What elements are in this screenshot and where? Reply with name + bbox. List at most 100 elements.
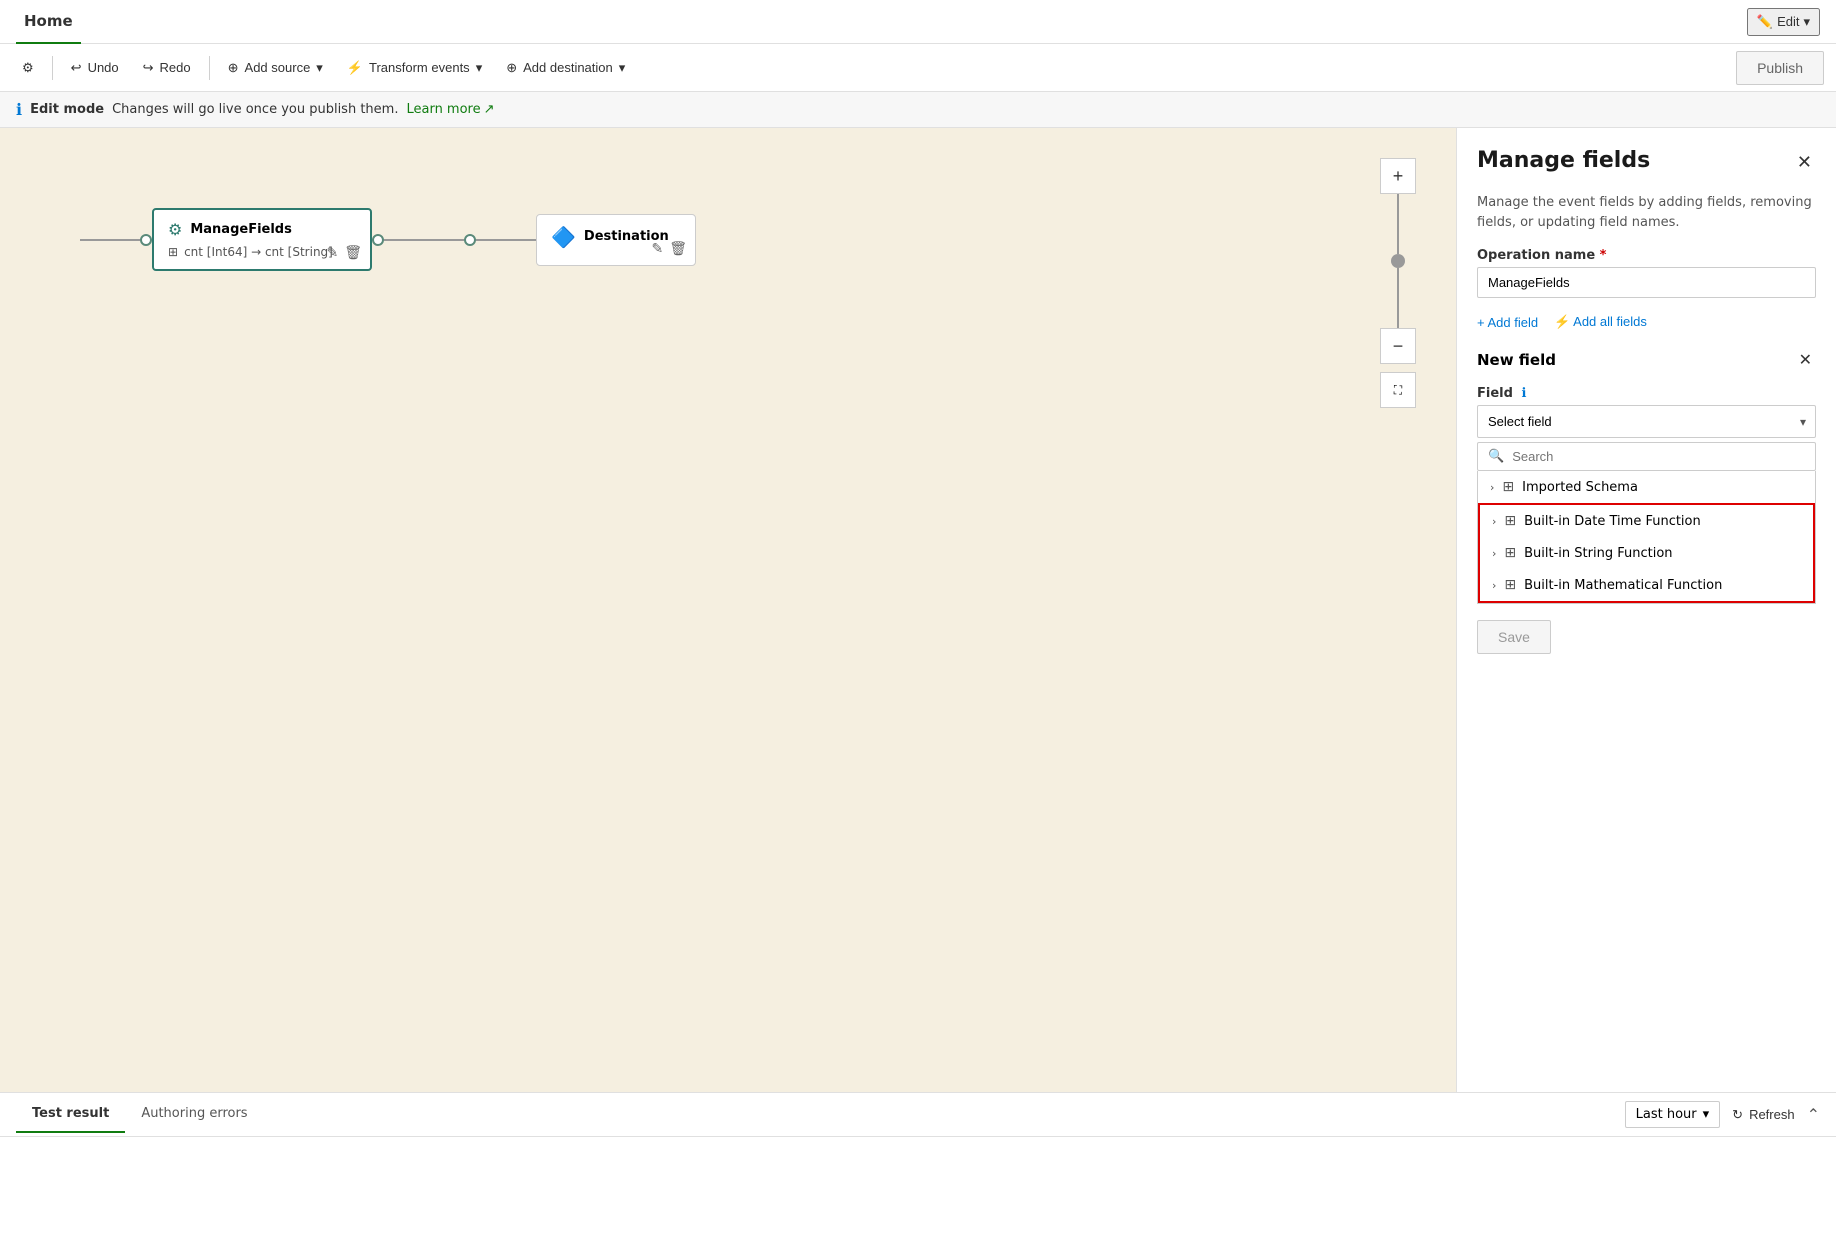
canvas: + − ⛶ ⚙ ManageFields: [0, 128, 1456, 1092]
add-destination-icon: ⊕: [506, 60, 517, 76]
top-bar-left: Home: [16, 0, 81, 44]
incoming-line: [80, 234, 152, 246]
chevron-up-icon: ⌃: [1807, 1107, 1820, 1124]
field-info-icon: ℹ: [1521, 386, 1526, 401]
line-mid-2: [476, 239, 536, 241]
edit-dest-button[interactable]: ✎: [651, 240, 663, 257]
flow-dot-mid-right: [464, 234, 476, 246]
delete-dest-button[interactable]: 🗑: [669, 240, 687, 257]
zoom-fit-button[interactable]: ⛶: [1380, 372, 1416, 408]
operation-label: Operation name *: [1477, 248, 1816, 263]
transform-events-button[interactable]: ⚡ Transform events ▾: [337, 54, 492, 82]
home-tab[interactable]: Home: [16, 0, 81, 44]
toolbar: ⚙ ↩ Undo ↪ Redo ⊕ Add source ▾ ⚡ Transfo…: [0, 44, 1836, 92]
bottom-tab-right: Last hour ▾ ↻ Refresh ⌃: [1625, 1101, 1820, 1128]
flow-dot-start: [140, 234, 152, 246]
zoom-in-button[interactable]: +: [1380, 158, 1416, 194]
required-indicator: *: [1600, 248, 1607, 263]
new-field-section: New field ✕ Field ℹ Select field ▾ 🔍 ›: [1477, 346, 1816, 604]
grid-icon-4: ⊞: [1504, 577, 1516, 593]
flow-dot-mid-left: [372, 234, 384, 246]
toolbar-divider: [52, 56, 53, 80]
add-destination-chevron: ▾: [619, 60, 626, 76]
edit-mode-label: Edit mode: [30, 102, 104, 117]
grid-icon-3: ⊞: [1504, 545, 1516, 561]
edit-banner: ℹ Edit mode Changes will go live once yo…: [0, 92, 1836, 128]
chevron-right-icon-2: ›: [1492, 515, 1496, 528]
add-field-row: + Add field ⚡ Add all fields: [1477, 314, 1816, 330]
line-mid: [384, 239, 464, 241]
dest-actions: ✎ 🗑: [651, 240, 687, 257]
top-bar-right: ✏️ Edit ▾: [1747, 8, 1820, 36]
chevron-down-icon: ▾: [1803, 14, 1810, 30]
settings-button[interactable]: ⚙: [12, 54, 44, 82]
edit-node-button[interactable]: ✎: [326, 244, 338, 261]
chevron-right-icon: ›: [1490, 481, 1494, 494]
chevron-right-icon-4: ›: [1492, 579, 1496, 592]
dropdown-item-imported[interactable]: › ⊞ Imported Schema: [1478, 471, 1815, 503]
flow-container: ⚙ ManageFields ⊞ cnt [Int64] → cnt [Stri…: [80, 208, 696, 271]
panel-close-button[interactable]: ✕: [1793, 148, 1816, 177]
toolbar-divider-2: [209, 56, 210, 80]
destination-node[interactable]: 🔷 Destination ✎ 🗑: [536, 214, 696, 266]
zoom-circle: [1391, 254, 1405, 268]
time-chevron-icon: ▾: [1703, 1107, 1710, 1122]
operation-name-section: Operation name *: [1477, 248, 1816, 298]
node-actions: ✎ 🗑: [326, 244, 362, 261]
add-field-button[interactable]: + Add field: [1477, 315, 1538, 330]
manage-fields-panel: Manage fields ✕ Manage the event fields …: [1456, 128, 1836, 1092]
add-all-fields-button[interactable]: ⚡ Add all fields: [1554, 314, 1647, 330]
transform-icon: ⚡: [347, 60, 363, 76]
node-header: ⚙ ManageFields: [168, 220, 356, 239]
fit-icon: ⛶: [1394, 383, 1402, 398]
transform-chevron: ▾: [476, 60, 483, 76]
operation-name-input[interactable]: [1477, 267, 1816, 298]
bottom-panel: Test result Authoring errors Last hour ▾…: [0, 1092, 1836, 1252]
edit-button[interactable]: ✏️ Edit ▾: [1747, 8, 1820, 36]
redo-button[interactable]: ↪ Redo: [133, 54, 201, 82]
external-link-icon: ↗: [484, 102, 495, 117]
add-source-icon: ⊕: [228, 60, 239, 76]
undo-button[interactable]: ↩ Undo: [61, 54, 129, 82]
grid-icon-2: ⊞: [1504, 513, 1516, 529]
panel-header: Manage fields ✕: [1477, 148, 1816, 177]
dropdown-item-datetime[interactable]: › ⊞ Built-in Date Time Function: [1480, 505, 1813, 537]
top-bar: Home ✏️ Edit ▾: [0, 0, 1836, 44]
canvas-area: + − ⛶ ⚙ ManageFields: [0, 128, 1836, 1092]
field-select-wrapper: Select field ▾: [1477, 405, 1816, 438]
settings-icon: ⚙: [22, 60, 34, 76]
add-destination-button[interactable]: ⊕ Add destination ▾: [496, 54, 635, 82]
learn-more-link[interactable]: Learn more ↗: [406, 102, 494, 117]
field-label: Field ℹ: [1477, 386, 1816, 401]
dropdown-list: › ⊞ Imported Schema › ⊞ Built-in Date Ti…: [1477, 471, 1816, 604]
bottom-content: [0, 1137, 1836, 1252]
publish-button[interactable]: Publish: [1736, 51, 1824, 85]
undo-icon: ↩: [71, 60, 82, 76]
save-button[interactable]: Save: [1477, 620, 1551, 654]
panel-description: Manage the event fields by adding fields…: [1477, 193, 1816, 232]
manage-fields-node[interactable]: ⚙ ManageFields ⊞ cnt [Int64] → cnt [Stri…: [152, 208, 372, 271]
time-select[interactable]: Last hour ▾: [1625, 1101, 1721, 1128]
zoom-out-button[interactable]: −: [1380, 328, 1416, 364]
dropdown-item-string[interactable]: › ⊞ Built-in String Function: [1480, 537, 1813, 569]
delete-node-button[interactable]: 🗑: [344, 244, 362, 261]
refresh-button[interactable]: ↻ Refresh: [1732, 1107, 1794, 1123]
add-source-button[interactable]: ⊕ Add source ▾: [218, 54, 333, 82]
highlighted-group: › ⊞ Built-in Date Time Function › ⊞ Buil…: [1478, 503, 1815, 603]
tab-test-result[interactable]: Test result: [16, 1096, 125, 1133]
node-field-transform: cnt [Int64] → cnt [String]: [184, 245, 333, 259]
table-icon: ⊞: [168, 245, 178, 259]
new-field-close-button[interactable]: ✕: [1795, 346, 1816, 374]
banner-desc: Changes will go live once you publish th…: [112, 102, 398, 117]
destination-icon: 🔷: [551, 225, 576, 249]
panel-title: Manage fields: [1477, 148, 1650, 173]
zoom-connector-2: [1397, 268, 1399, 328]
bottom-tabs: Test result Authoring errors Last hour ▾…: [0, 1093, 1836, 1137]
search-icon: 🔍: [1488, 449, 1504, 464]
tab-authoring-errors[interactable]: Authoring errors: [125, 1096, 263, 1133]
collapse-button[interactable]: ⌃: [1807, 1105, 1820, 1125]
search-input[interactable]: [1512, 449, 1805, 464]
dropdown-item-math[interactable]: › ⊞ Built-in Mathematical Function: [1480, 569, 1813, 601]
manage-fields-icon: ⚙: [168, 220, 182, 239]
field-select[interactable]: Select field: [1477, 405, 1816, 438]
